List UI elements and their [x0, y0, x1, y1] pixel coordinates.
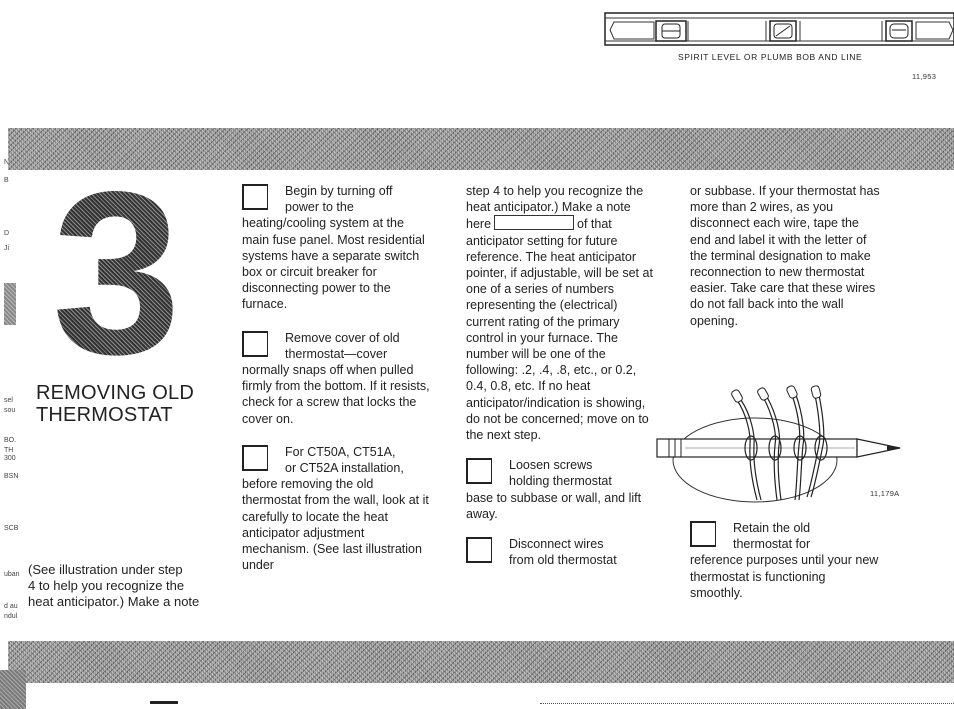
step-body: normally snaps off when pulled firmly fr…: [242, 363, 430, 426]
step-lead: Loosen screws: [509, 458, 593, 473]
margin-fragment: SCB: [4, 525, 19, 532]
note-line: (See illustration under step: [28, 562, 183, 577]
step-checkbox[interactable]: [242, 184, 268, 210]
footer-band: [8, 641, 954, 683]
margin-fragment: uban: [4, 571, 20, 578]
step-item: For CT50A, CT51A, or CT52A installation,…: [242, 444, 432, 574]
step-checkbox[interactable]: [242, 330, 268, 357]
note-line: heat anticipator.) Make a note: [28, 594, 200, 609]
step-checkbox[interactable]: [690, 521, 716, 547]
step-checkbox[interactable]: [466, 537, 492, 564]
margin-fragment: ndul: [4, 613, 18, 620]
spirit-level-icon: [604, 12, 954, 46]
step-lead: from old thermostat: [509, 553, 617, 568]
step-item: Loosen screws holding thermostat base to…: [466, 457, 654, 522]
step-checkbox[interactable]: [466, 458, 492, 485]
margin-shade-block: [4, 283, 16, 325]
continuation-after: of that anticipator setting for future r…: [466, 217, 653, 443]
margin-fragment: sel: [4, 397, 13, 404]
column-2: step 4 to help you recognize the heat an…: [466, 183, 654, 568]
step-body: before removing the old thermostat from …: [242, 477, 429, 573]
margin-fragment: D: [4, 230, 10, 237]
figure-number-top: 11,953: [912, 72, 937, 81]
margin-fragment: B: [4, 177, 9, 184]
step-lead: thermostat for: [733, 537, 811, 552]
spirit-level-illustration: [604, 12, 954, 46]
step-body: heating/cooling system at the main fuse …: [242, 216, 425, 312]
margin-fragment: Ji: [4, 245, 10, 252]
scan-dotted-line: [540, 703, 954, 706]
step-lead: power to the: [285, 200, 354, 215]
margin-fragment: sou: [4, 407, 16, 414]
footer-band-corner: [0, 670, 26, 709]
left-column-note: (See illustration under step 4 to help y…: [28, 562, 228, 610]
step-item: Disconnect wires from old thermostat: [466, 536, 654, 568]
step-lead: Retain the old: [733, 521, 811, 535]
note-line: 4 to help you recognize the: [28, 578, 185, 593]
figure-number-pencil: 11,179A: [870, 489, 900, 498]
step-lead: or CT52A installation,: [285, 461, 404, 476]
step-lead: Remove cover of old: [285, 330, 400, 345]
column-3-steps: Retain the old thermostat for reference …: [690, 520, 880, 601]
step-number: 3: [52, 144, 181, 403]
margin-fragment: BO.: [4, 437, 17, 444]
step-lead: Begin by turning off: [285, 184, 393, 198]
step-item: Retain the old thermostat for reference …: [690, 520, 880, 601]
wires-on-pencil-illustration: [655, 385, 910, 505]
step-lead: holding thermostat: [509, 474, 612, 489]
step-body: reference purposes until your new thermo…: [690, 553, 879, 600]
section-title-line1: REMOVING OLD: [36, 382, 194, 404]
margin-fragment: 300: [4, 455, 16, 462]
section-title-line2: THERMOSTAT: [36, 404, 173, 426]
margin-fragment: d au: [4, 603, 18, 610]
section-title: REMOVING OLD THERMOSTAT: [36, 382, 194, 426]
pencil-wires-icon: [656, 385, 901, 503]
step-lead: Disconnect wires: [509, 537, 604, 552]
step-body: base to subbase or wall, and lift away.: [466, 490, 642, 521]
step-item: Begin by turning off power to the heatin…: [242, 183, 432, 313]
note-entry-box[interactable]: [494, 215, 575, 231]
spirit-level-caption: SPIRIT LEVEL OR PLUMB BOB AND LINE: [678, 52, 863, 62]
margin-fragment: BSN: [4, 473, 19, 480]
column-1: Begin by turning off power to the heatin…: [242, 183, 432, 573]
step-lead: For CT50A, CT51A,: [285, 444, 396, 459]
continuation-text: or subbase. If your thermostat has more …: [690, 184, 880, 328]
scan-mark: [150, 701, 178, 704]
step-checkbox[interactable]: [242, 444, 268, 471]
column-3: or subbase. If your thermostat has more …: [690, 183, 880, 329]
continuation-text: step 4 to help you recognize the heat an…: [466, 183, 654, 443]
step-item: Remove cover of old thermostat—cover nor…: [242, 330, 432, 427]
step-lead: thermostat—cover: [285, 346, 388, 361]
